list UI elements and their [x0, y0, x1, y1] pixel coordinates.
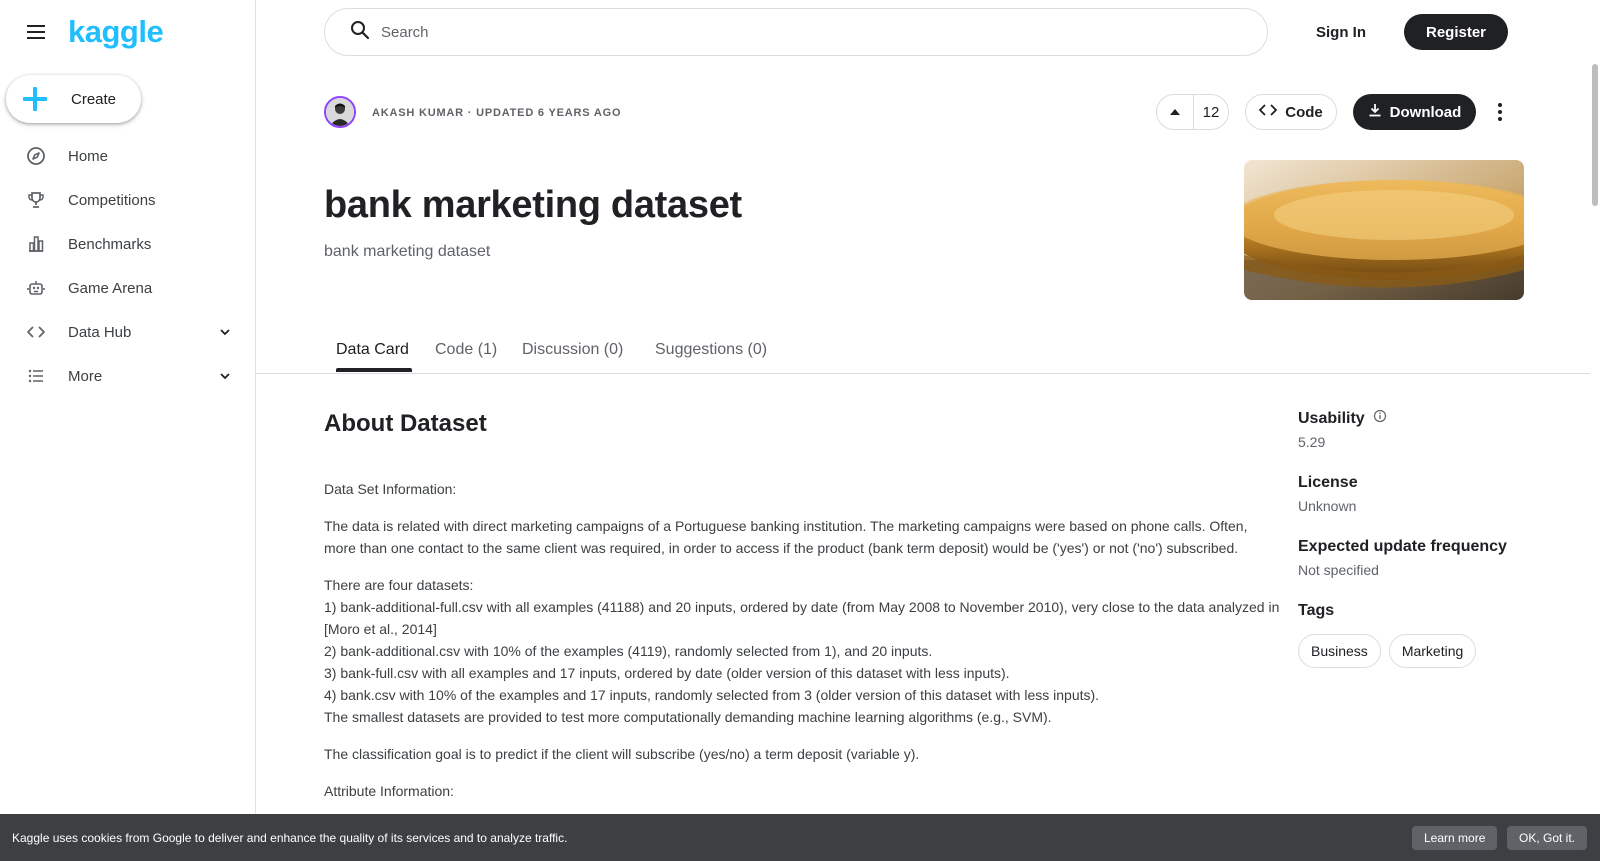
tab-data-card[interactable]: Data Card	[336, 326, 409, 374]
list-icon	[26, 366, 46, 386]
description-line: 4) bank.csv with 10% of the examples and…	[324, 687, 1100, 703]
description-paragraph: The data is related with direct marketin…	[324, 518, 1248, 556]
hamburger-menu-icon[interactable]	[24, 20, 48, 44]
bar-chart-icon	[26, 234, 46, 254]
robot-icon	[26, 278, 46, 298]
usability-value: 5.29	[1298, 434, 1326, 450]
update-frequency-value: Not specified	[1298, 562, 1379, 578]
compass-icon	[26, 146, 46, 166]
tab-suggestions[interactable]: Suggestions (0)	[655, 326, 767, 374]
tag-list: Business Marketing	[1298, 634, 1538, 668]
plus-icon	[23, 87, 47, 111]
register-button[interactable]: Register	[1404, 14, 1508, 50]
sign-in-button[interactable]: Sign In	[1300, 14, 1382, 50]
info-icon[interactable]	[1373, 409, 1387, 428]
description-line: 3) bank-full.csv with all examples and 1…	[324, 665, 1010, 681]
create-button[interactable]: Create	[6, 75, 141, 123]
owner-name[interactable]: AKASH KUMAR	[372, 107, 464, 119]
license-block: License Unknown	[1298, 474, 1538, 514]
vote-control: 12	[1156, 94, 1229, 130]
upvote-button[interactable]	[1157, 95, 1194, 129]
metadata-panel: Usability 5.29 License Unknown Expected …	[1298, 409, 1538, 692]
owner-separator: ·	[463, 107, 477, 119]
search-input[interactable]	[381, 23, 1181, 41]
update-frequency-label: Expected update frequency	[1298, 538, 1507, 555]
learn-more-button[interactable]: Learn more	[1412, 826, 1498, 850]
owner-line: AKASH KUMAR · UPDATED 6 YEARS AGO	[372, 107, 621, 119]
license-value: Unknown	[1298, 498, 1357, 514]
sidebar-item-more[interactable]: More	[0, 354, 255, 398]
scrollbar-thumb[interactable]	[1592, 64, 1598, 206]
description-line: 1) bank-additional-full.csv with all exa…	[324, 599, 1280, 637]
sidebar-item-label: Data Hub	[68, 323, 132, 341]
search-icon	[349, 19, 371, 46]
usability-label: Usability	[1298, 409, 1365, 427]
sidebar-nav: Home Competitions Benchmarks Game Arena …	[0, 134, 255, 398]
tag-chip[interactable]: Business	[1298, 634, 1381, 668]
description-line: The smallest datasets are provided to te…	[324, 709, 1052, 725]
page-title: bank marketing dataset	[324, 184, 742, 226]
more-options-icon[interactable]	[1488, 98, 1512, 126]
sidebar-item-label: Competitions	[68, 191, 156, 209]
active-tab-indicator	[336, 368, 412, 372]
kaggle-logo[interactable]: kaggle	[68, 14, 164, 50]
sidebar-item-game-arena[interactable]: Game Arena	[0, 266, 255, 310]
dataset-description: Data Set Information: The data is relate…	[324, 478, 1280, 817]
vote-count: 12	[1202, 103, 1220, 121]
description-paragraph: The classification goal is to predict if…	[324, 746, 920, 762]
description-line: There are four datasets:	[324, 577, 474, 593]
sidebar-item-label: Home	[68, 147, 109, 165]
caret-up-icon	[1170, 109, 1180, 115]
chevron-down-icon[interactable]	[215, 322, 235, 342]
cookie-text: Kaggle uses cookies from Google to deliv…	[12, 830, 568, 845]
description-paragraph: Data Set Information:	[324, 481, 457, 497]
code-icon	[1258, 103, 1278, 121]
sidebar-item-label: Game Arena	[68, 279, 153, 297]
page-scrollbar[interactable]	[1590, 0, 1600, 861]
description-paragraph: There are four datasets: 1) bank-additio…	[324, 574, 1280, 728]
cookie-banner: Kaggle uses cookies from Google to deliv…	[0, 814, 1600, 861]
create-label: Create	[71, 90, 117, 108]
sidebar-item-data-hub[interactable]: Data Hub	[0, 310, 255, 354]
description-line: 2) bank-additional.csv with 10% of the e…	[324, 643, 933, 659]
download-icon	[1368, 103, 1382, 121]
cover-image	[1244, 160, 1524, 300]
avatar[interactable]	[324, 96, 356, 128]
sidebar-item-home[interactable]: Home	[0, 134, 255, 178]
sidebar: kaggle Create Home Competitions Benchmar…	[0, 0, 256, 861]
license-label: License	[1298, 474, 1358, 491]
search-bar[interactable]	[324, 8, 1268, 56]
code-button-label: Code	[1285, 103, 1323, 121]
tab-bar: Data Card Code (1) Discussion (0) Sugges…	[256, 326, 1590, 374]
download-button[interactable]: Download	[1353, 94, 1476, 130]
sidebar-header: kaggle	[0, 0, 255, 64]
ok-got-it-button[interactable]: OK, Got it.	[1507, 826, 1588, 850]
about-heading: About Dataset	[324, 410, 487, 437]
download-button-label: Download	[1389, 103, 1462, 121]
updated-text: UPDATED 6 YEARS AGO	[476, 107, 622, 119]
description-paragraph: Attribute Information:	[324, 783, 454, 799]
tag-chip[interactable]: Marketing	[1388, 634, 1477, 668]
sidebar-item-competitions[interactable]: Competitions	[0, 178, 255, 222]
tags-label: Tags	[1298, 602, 1335, 619]
code-icon	[26, 322, 46, 342]
page-subtitle: bank marketing dataset	[324, 243, 491, 260]
tags-block: Tags Business Marketing	[1298, 602, 1538, 668]
tab-discussion[interactable]: Discussion (0)	[522, 326, 623, 374]
usability-heading: Usability	[1298, 409, 1538, 428]
chevron-down-icon[interactable]	[215, 366, 235, 386]
sidebar-item-benchmarks[interactable]: Benchmarks	[0, 222, 255, 266]
code-button[interactable]: Code	[1245, 94, 1337, 130]
usability-block: Usability 5.29	[1298, 409, 1538, 450]
update-frequency-block: Expected update frequency Not specified	[1298, 538, 1538, 578]
tab-code[interactable]: Code (1)	[435, 326, 497, 374]
sidebar-item-label: Benchmarks	[68, 235, 152, 253]
sidebar-item-label: More	[68, 367, 103, 385]
trophy-icon	[26, 190, 46, 210]
